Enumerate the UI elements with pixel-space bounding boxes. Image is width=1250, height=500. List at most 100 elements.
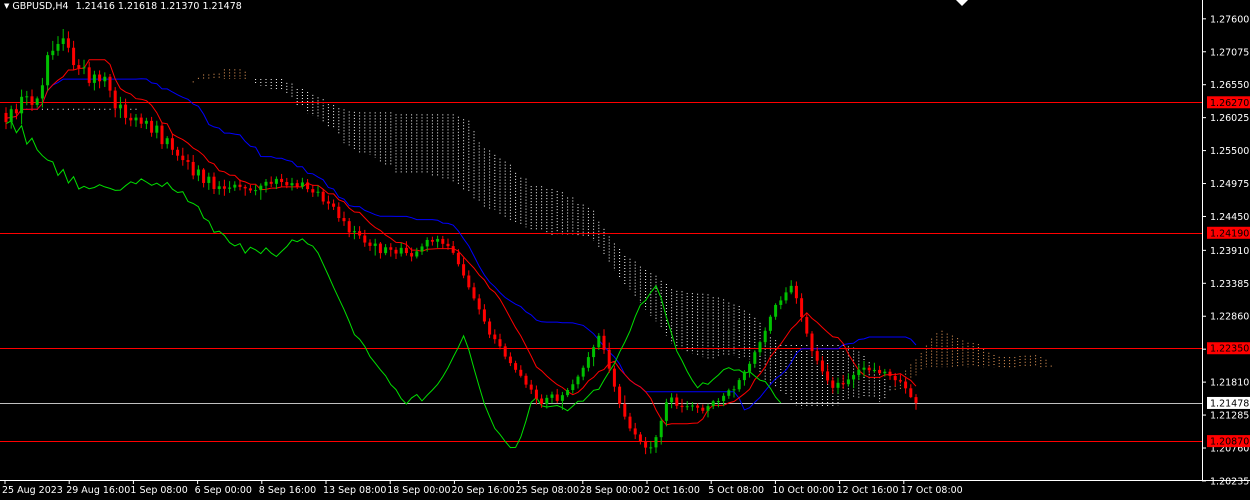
candle-body [103, 76, 107, 82]
candle-body [477, 298, 481, 310]
candle-body [202, 169, 206, 183]
candle-body [61, 38, 65, 44]
candle-body [493, 334, 497, 340]
candle-body [670, 397, 674, 403]
candle-body [893, 375, 897, 381]
candle-body [872, 369, 876, 371]
candle-body [898, 380, 902, 382]
candle-body [742, 371, 746, 381]
candle-body [732, 389, 736, 391]
candle-body [763, 330, 767, 343]
candle-body [186, 160, 190, 162]
candle-body [150, 120, 154, 133]
candle-body [836, 382, 840, 388]
y-tick-label: 1.21285 [1210, 411, 1249, 422]
x-tick-label: 29 Aug 16:00 [66, 485, 130, 496]
candle-body [46, 55, 50, 86]
candle-body [118, 104, 122, 109]
candle-body [498, 339, 502, 347]
candle-body [139, 117, 143, 124]
price-axis: 1.27600 1.27075 1.26550 1.26025 1.25500 1.249… [1202, 14, 1250, 487]
candle-body [789, 285, 793, 293]
candle-body [51, 50, 55, 56]
candle-body [248, 188, 252, 191]
candle-body [321, 191, 325, 202]
candle-body [420, 246, 424, 252]
x-tick-label: 13 Sep 08:00 [323, 485, 386, 496]
symbol-label: GBPUSD,H4 [12, 1, 69, 12]
candle-body [456, 252, 460, 265]
candle-body [363, 235, 367, 243]
candle-body [191, 161, 195, 176]
candle-body [826, 371, 830, 381]
candle-body [628, 416, 632, 429]
candle-body [40, 85, 44, 99]
candle-body [503, 346, 507, 357]
candle-body [56, 43, 60, 51]
candle-body [820, 360, 824, 372]
candle-body [451, 246, 455, 253]
candle-body [784, 292, 788, 301]
x-tick-label: 5 Oct 08:00 [708, 485, 764, 496]
candle-body [540, 398, 544, 404]
y-tick-label: 1.23910 [1210, 246, 1249, 257]
candle-body [519, 369, 523, 376]
candle-body [124, 104, 128, 118]
candle-body [373, 243, 377, 246]
candle-body [352, 231, 356, 233]
candle-body [852, 375, 856, 380]
candle-body [534, 389, 538, 399]
candle-body [233, 184, 237, 188]
candle-body [846, 379, 850, 385]
candle-body [280, 178, 284, 183]
x-tick-label: 25 Sep 08:00 [516, 485, 579, 496]
y-tick-label: 1.26550 [1210, 80, 1249, 91]
candle-body [399, 247, 403, 254]
x-tick-label: 10 Oct 00:00 [772, 485, 834, 496]
price-chart[interactable]: 1.27600 1.27075 1.26550 1.26025 1.25500 1.249… [0, 0, 1250, 500]
candle-body [560, 395, 564, 401]
candle-body [337, 206, 341, 219]
candle-body [716, 401, 720, 403]
y-tick-label: 1.24450 [1210, 212, 1249, 223]
dropdown-arrow-icon[interactable]: ▼ [4, 2, 9, 10]
candle-body [430, 239, 434, 242]
x-tick-label: 25 Aug 2023 [2, 485, 63, 496]
x-tick-label: 6 Sep 00:00 [195, 485, 252, 496]
candle-body [160, 125, 164, 145]
candle-body [425, 239, 429, 247]
candle-body [748, 363, 752, 372]
candle-body [815, 351, 819, 361]
chart-shift-marker-icon[interactable] [956, 0, 968, 6]
candle-body [914, 397, 918, 403]
candle-body [862, 367, 866, 370]
candle-body [212, 176, 216, 189]
candle-body [508, 356, 512, 364]
candle-body [436, 238, 440, 242]
candle-body [633, 428, 637, 435]
candle-body [144, 120, 148, 124]
candle-body [586, 357, 590, 368]
candle-body [14, 109, 18, 114]
candle-body [446, 243, 450, 247]
candle-body [758, 342, 762, 353]
candle-body [581, 367, 585, 377]
chart-header: ▼ GBPUSD,H4 1.21416 1.21618 1.21370 1.21… [4, 1, 242, 12]
candle-body [571, 384, 575, 391]
candle-body [108, 76, 112, 91]
candle-body [9, 109, 13, 123]
y-tick-label: 1.20235 [1210, 476, 1249, 487]
candle-body [113, 90, 117, 109]
candle-body [347, 221, 351, 233]
candle-body [87, 67, 91, 83]
candle-body [488, 321, 492, 335]
x-tick-label: 2 Oct 16:00 [644, 485, 700, 496]
candle-body [472, 287, 476, 299]
candle-body [92, 74, 96, 83]
candle-body [753, 352, 757, 364]
y-tick-label: 1.27600 [1210, 14, 1249, 25]
ohlc-readout: 1.21416 1.21618 1.21370 1.21478 [75, 1, 242, 12]
candle-body [25, 96, 29, 98]
candle-body [300, 182, 304, 187]
candle-body [129, 117, 133, 121]
